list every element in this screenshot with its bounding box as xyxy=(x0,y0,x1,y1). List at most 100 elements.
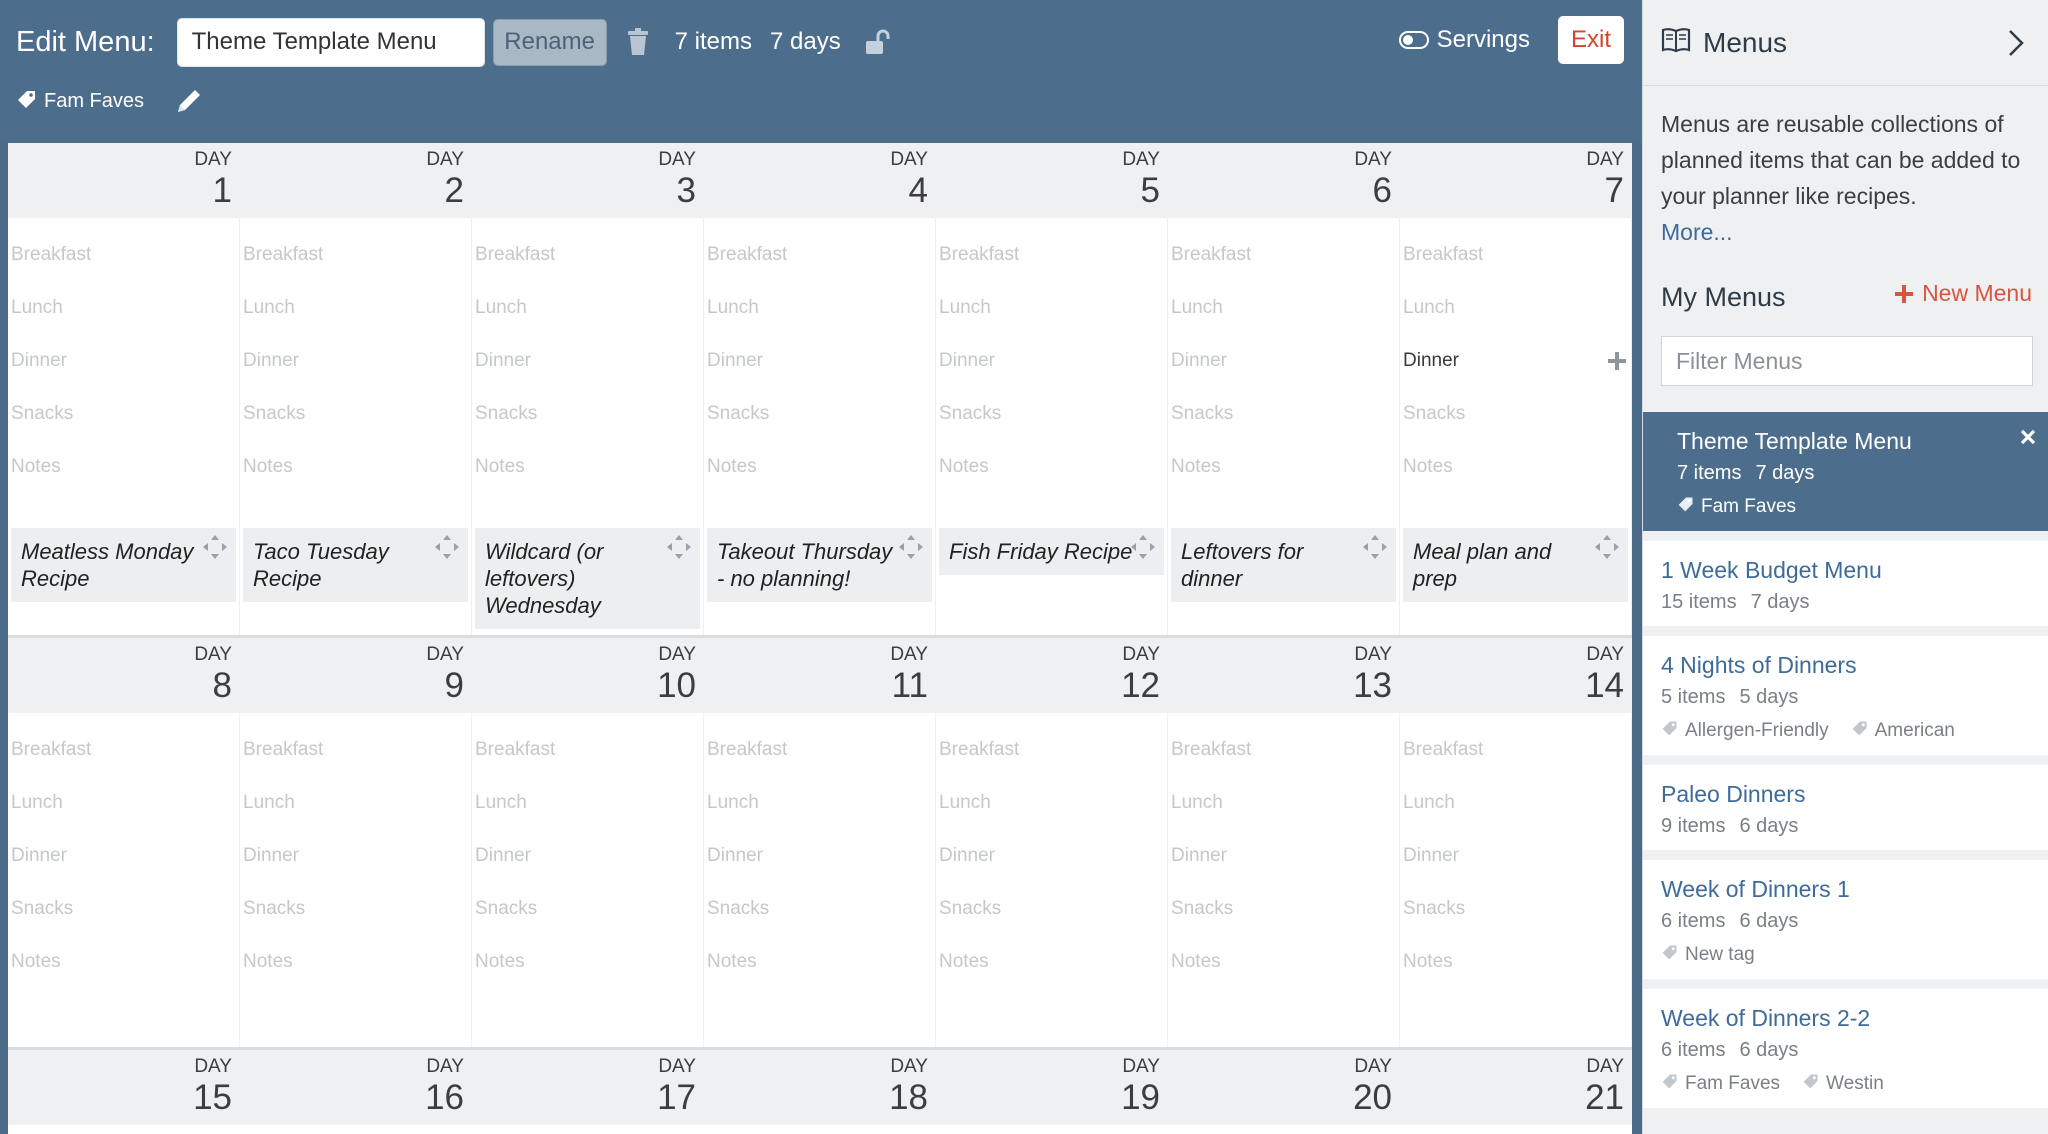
note-card[interactable]: Taco Tuesday Recipe xyxy=(243,528,468,602)
meal-slot-dinner[interactable]: Dinner xyxy=(707,845,763,867)
day-column[interactable]: Breakfast Lunch Dinner Snacks Notes Leftovers… xyxy=(1168,218,1400,635)
more-link[interactable]: More... xyxy=(1661,219,1733,245)
meal-slot-dinner[interactable]: Dinner xyxy=(939,845,995,867)
day-column[interactable]: Breakfast Lunch Dinner Snacks Notes xyxy=(472,713,704,1047)
day-column[interactable]: Breakfast Lunch Dinner Snacks Notes Meal plan… xyxy=(1400,218,1632,635)
meal-slot-breakfast[interactable]: Breakfast xyxy=(11,739,91,761)
day-column[interactable]: Breakfast Lunch Dinner Snacks Notes xyxy=(240,713,472,1047)
move-icon[interactable] xyxy=(434,534,460,560)
note-card[interactable]: Takeout Thursday - no planning! xyxy=(707,528,932,602)
meal-slot-notes[interactable]: Notes xyxy=(1403,456,1453,478)
meal-slot-dinner[interactable]: Dinner xyxy=(707,350,763,372)
meal-slot-notes[interactable]: Notes xyxy=(475,951,525,973)
meal-slot-breakfast[interactable]: Breakfast xyxy=(243,244,323,266)
meal-slot-lunch[interactable]: Lunch xyxy=(243,792,295,814)
note-card[interactable]: Fish Friday Recipe xyxy=(939,528,1164,575)
meal-slot-lunch[interactable]: Lunch xyxy=(475,792,527,814)
menu-name[interactable]: Week of Dinners 1 xyxy=(1661,874,2031,904)
day-column[interactable]: Breakfast Lunch Dinner Snacks Notes Fish Frid… xyxy=(936,218,1168,635)
meal-slot-breakfast[interactable]: Breakfast xyxy=(939,739,1019,761)
meal-slot-lunch[interactable]: Lunch xyxy=(11,792,63,814)
meal-slot-lunch[interactable]: Lunch xyxy=(939,792,991,814)
note-card[interactable]: Wildcard (or leftovers) Wednesday xyxy=(475,528,700,629)
meal-slot-lunch[interactable]: Lunch xyxy=(243,297,295,319)
meal-slot-breakfast[interactable]: Breakfast xyxy=(1403,244,1483,266)
menu-tag[interactable]: American xyxy=(1851,719,1955,743)
meal-slot-dinner[interactable]: Dinner xyxy=(1171,845,1227,867)
day-column[interactable]: Breakfast Lunch Dinner Snacks Notes Takeout T… xyxy=(704,218,936,635)
meal-slot-dinner[interactable]: Dinner xyxy=(475,350,531,372)
meal-slot-dinner[interactable]: Dinner xyxy=(243,350,299,372)
meal-slot-lunch[interactable]: Lunch xyxy=(475,297,527,319)
meal-slot-breakfast[interactable]: Breakfast xyxy=(243,739,323,761)
meal-slot-breakfast[interactable]: Breakfast xyxy=(707,244,787,266)
servings-label[interactable]: Servings xyxy=(1437,26,1530,54)
rename-button[interactable]: Rename xyxy=(492,18,607,66)
menu-tag-label[interactable]: Fam Faves xyxy=(44,90,144,113)
note-card[interactable]: Meatless Monday Recipe xyxy=(11,528,236,602)
day-column[interactable]: Breakfast Lunch Dinner Snacks Notes xyxy=(1400,713,1632,1047)
meal-slot-snacks[interactable]: Snacks xyxy=(243,403,305,425)
meal-slot-lunch[interactable]: Lunch xyxy=(707,297,759,319)
menu-name-input[interactable] xyxy=(176,17,485,67)
move-icon[interactable] xyxy=(666,534,692,560)
meal-slot-snacks[interactable]: Snacks xyxy=(707,403,769,425)
meal-slot-notes[interactable]: Notes xyxy=(707,951,757,973)
meal-slot-snacks[interactable]: Snacks xyxy=(1171,898,1233,920)
meal-slot-dinner[interactable]: Dinner xyxy=(1403,845,1459,867)
meal-slot-snacks[interactable]: Snacks xyxy=(243,898,305,920)
meal-slot-notes[interactable]: Notes xyxy=(707,456,757,478)
close-icon[interactable] xyxy=(2019,428,2037,446)
new-menu-label[interactable]: New Menu xyxy=(1922,280,2032,307)
move-icon[interactable] xyxy=(1130,534,1156,560)
menu-list-item[interactable]: 1 Week Budget Menu 15 items 7 days xyxy=(1643,541,2048,636)
meal-slot-lunch[interactable]: Lunch xyxy=(1403,297,1455,319)
filter-menus-input[interactable] xyxy=(1661,336,2033,386)
meal-slot-dinner[interactable]: Dinner xyxy=(11,845,67,867)
day-column[interactable]: Breakfast Lunch Dinner Snacks Notes xyxy=(704,713,936,1047)
menu-tag[interactable]: Fam Faves xyxy=(1677,495,1796,519)
servings-toggle-icon[interactable] xyxy=(1398,31,1429,49)
menu-list-item[interactable]: Theme Template Menu 7 items 7 days Fam Fave… xyxy=(1643,412,2048,541)
new-menu-button[interactable]: New Menu xyxy=(1894,280,2032,307)
meal-slot-lunch[interactable]: Lunch xyxy=(707,792,759,814)
day-column[interactable]: Breakfast Lunch Dinner Snacks Notes Wildcard … xyxy=(472,218,704,635)
meal-slot-notes[interactable]: Notes xyxy=(1171,456,1221,478)
meal-slot-breakfast[interactable]: Breakfast xyxy=(11,244,91,266)
meal-slot-notes[interactable]: Notes xyxy=(1171,951,1221,973)
menu-name[interactable]: 4 Nights of Dinners xyxy=(1661,650,2031,680)
menu-tag[interactable]: Westin xyxy=(1802,1072,1884,1096)
meal-slot-breakfast[interactable]: Breakfast xyxy=(1171,739,1251,761)
meal-slot-notes[interactable]: Notes xyxy=(243,951,293,973)
meal-slot-lunch[interactable]: Lunch xyxy=(939,297,991,319)
day-column[interactable]: Breakfast Lunch Dinner Snacks Notes Meatless … xyxy=(8,218,240,635)
meal-slot-snacks[interactable]: Snacks xyxy=(475,898,537,920)
menu-tag[interactable]: Allergen-Friendly xyxy=(1661,719,1829,743)
day-column[interactable]: Breakfast Lunch Dinner Snacks Notes xyxy=(8,713,240,1047)
meal-slot-notes[interactable]: Notes xyxy=(939,456,989,478)
menu-name[interactable]: Week of Dinners 2-2 xyxy=(1661,1003,2031,1033)
meal-slot-breakfast[interactable]: Breakfast xyxy=(1171,244,1251,266)
unlock-icon[interactable] xyxy=(861,25,895,59)
day-column[interactable]: Breakfast Lunch Dinner Snacks Notes Taco Tues… xyxy=(240,218,472,635)
exit-button[interactable]: Exit xyxy=(1558,16,1624,64)
meal-slot-lunch[interactable]: Lunch xyxy=(1171,297,1223,319)
meal-slot-snacks[interactable]: Snacks xyxy=(1403,403,1465,425)
menu-name[interactable]: Theme Template Menu xyxy=(1677,426,2031,456)
day-column[interactable]: Breakfast Lunch Dinner Snacks Notes xyxy=(936,713,1168,1047)
add-item-plus-icon[interactable] xyxy=(1607,351,1627,371)
meal-slot-dinner[interactable]: Dinner xyxy=(1403,350,1459,372)
meal-slot-snacks[interactable]: Snacks xyxy=(11,403,73,425)
meal-slot-dinner[interactable]: Dinner xyxy=(939,350,995,372)
meal-slot-breakfast[interactable]: Breakfast xyxy=(475,244,555,266)
meal-slot-notes[interactable]: Notes xyxy=(243,456,293,478)
meal-slot-dinner[interactable]: Dinner xyxy=(11,350,67,372)
menu-list-item[interactable]: Week of Dinners 1 6 items 6 days New tag xyxy=(1643,860,2048,989)
meal-slot-snacks[interactable]: Snacks xyxy=(11,898,73,920)
pencil-icon[interactable] xyxy=(174,86,204,116)
meal-slot-snacks[interactable]: Snacks xyxy=(475,403,537,425)
meal-slot-dinner[interactable]: Dinner xyxy=(243,845,299,867)
meal-slot-snacks[interactable]: Snacks xyxy=(939,898,1001,920)
move-icon[interactable] xyxy=(202,534,228,560)
menu-list-item[interactable]: 4 Nights of Dinners 5 items 5 days Allergen… xyxy=(1643,636,2048,765)
